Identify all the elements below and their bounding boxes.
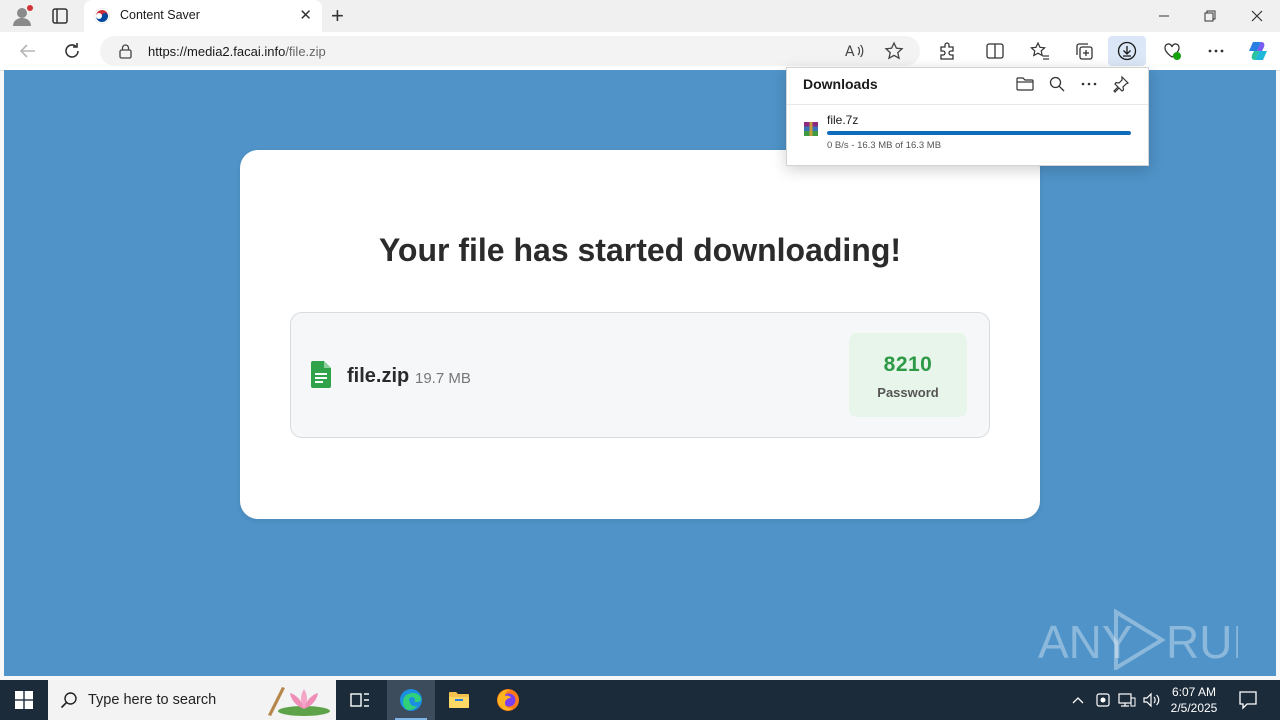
notifications-icon[interactable] <box>1238 689 1258 711</box>
svg-text:RUN: RUN <box>1166 616 1238 668</box>
copilot-icon[interactable] <box>1246 39 1270 63</box>
url-text[interactable]: https://media2.facai.info/file.zip <box>148 44 326 59</box>
download-card: Your file has started downloading! file.… <box>240 150 1040 519</box>
refresh-icon[interactable] <box>61 40 83 62</box>
search-icon <box>60 692 77 709</box>
browser-essentials-icon[interactable] <box>1162 41 1182 61</box>
password-box[interactable]: 8210 Password <box>849 333 967 417</box>
open-folder-icon[interactable] <box>1016 75 1034 93</box>
download-progress-fill <box>827 131 1131 135</box>
downloads-title: Downloads <box>803 76 878 92</box>
close-window-icon[interactable] <box>1247 6 1267 26</box>
network-icon[interactable] <box>1117 690 1137 710</box>
tab-title: Content Saver <box>120 8 200 22</box>
more-options-icon[interactable] <box>1206 41 1226 61</box>
task-view-icon <box>350 693 369 707</box>
taskbar-search-box[interactable]: Type here to search <box>48 680 336 720</box>
download-progress-bar <box>827 131 1131 135</box>
system-clock[interactable]: 6:07 AM 2/5/2025 <box>1160 684 1228 716</box>
tab-content-saver[interactable]: Content Saver ✕ <box>84 0 322 32</box>
back-icon[interactable] <box>17 40 39 62</box>
start-button[interactable] <box>0 680 48 720</box>
site-favicon-icon <box>94 8 110 24</box>
profile-avatar-icon[interactable] <box>11 5 33 27</box>
download-item[interactable]: file.7z 0 B/s - 16.3 MB of 16.3 MB <box>787 105 1148 163</box>
file-explorer-icon <box>449 692 469 708</box>
edge-icon <box>400 689 422 711</box>
collections-icon[interactable] <box>1074 41 1094 61</box>
task-view-button[interactable] <box>336 680 384 720</box>
search-highlight-lotus-icon <box>268 687 330 716</box>
download-file-name[interactable]: file.7z <box>827 113 858 127</box>
new-tab-icon[interactable]: + <box>331 3 344 29</box>
file-size: 19.7 MB <box>415 370 471 387</box>
tab-actions-icon[interactable] <box>50 6 70 26</box>
clock-date: 2/5/2025 <box>1170 701 1218 715</box>
tray-app-icon[interactable] <box>1093 690 1113 710</box>
more-downloads-options-icon[interactable] <box>1080 75 1098 93</box>
downloads-button[interactable] <box>1108 36 1146 66</box>
pin-icon[interactable] <box>1112 75 1130 93</box>
extensions-icon[interactable] <box>937 41 957 61</box>
page-title: Your file has started downloading! <box>378 232 902 268</box>
show-hidden-icons-icon[interactable] <box>1068 690 1088 710</box>
file-info-box: file.zip 19.7 MB 8210 Password <box>290 312 990 438</box>
search-placeholder: Type here to search <box>88 692 217 708</box>
taskbar: Type here to search 6:07 AM 2/5/2025 <box>0 680 1280 720</box>
read-aloud-icon[interactable]: A <box>844 42 864 60</box>
favorite-star-icon[interactable] <box>884 41 904 61</box>
download-status: 0 B/s - 16.3 MB of 16.3 MB <box>827 140 942 151</box>
taskbar-firefox-button[interactable] <box>484 680 532 720</box>
favorites-icon[interactable] <box>1030 41 1050 61</box>
browser-toolbar: https://media2.facai.info/file.zip A <box>0 32 1280 71</box>
password-value[interactable]: 8210 <box>849 353 967 377</box>
search-downloads-icon[interactable] <box>1048 75 1066 93</box>
restore-icon[interactable] <box>1200 6 1220 26</box>
svg-text:A: A <box>845 44 855 60</box>
anyrun-watermark-logo: ANY RUN <box>1038 608 1238 670</box>
password-label: Password <box>877 385 939 400</box>
svg-text:ANY: ANY <box>1038 616 1133 668</box>
windows-logo-icon <box>15 691 33 709</box>
firefox-icon <box>497 689 519 711</box>
address-bar[interactable]: https://media2.facai.info/file.zip A <box>100 36 920 66</box>
tab-close-icon[interactable]: ✕ <box>299 6 312 26</box>
tab-strip: Content Saver ✕ + <box>0 0 1280 32</box>
volume-icon[interactable] <box>1141 690 1161 710</box>
taskbar-file-explorer-button[interactable] <box>435 680 483 720</box>
minimize-icon[interactable] <box>1154 6 1174 26</box>
file-name: file.zip <box>347 365 410 387</box>
clock-time: 6:07 AM <box>1171 685 1217 699</box>
document-icon <box>311 361 331 388</box>
split-screen-icon[interactable] <box>985 41 1005 61</box>
taskbar-edge-button[interactable] <box>387 680 435 720</box>
downloads-flyout: Downloads file.7z 0 B/s - 16.3 MB of 16.… <box>786 67 1149 166</box>
lock-icon[interactable] <box>118 43 133 59</box>
archive-file-icon <box>804 122 818 136</box>
download-icon <box>1117 41 1137 61</box>
